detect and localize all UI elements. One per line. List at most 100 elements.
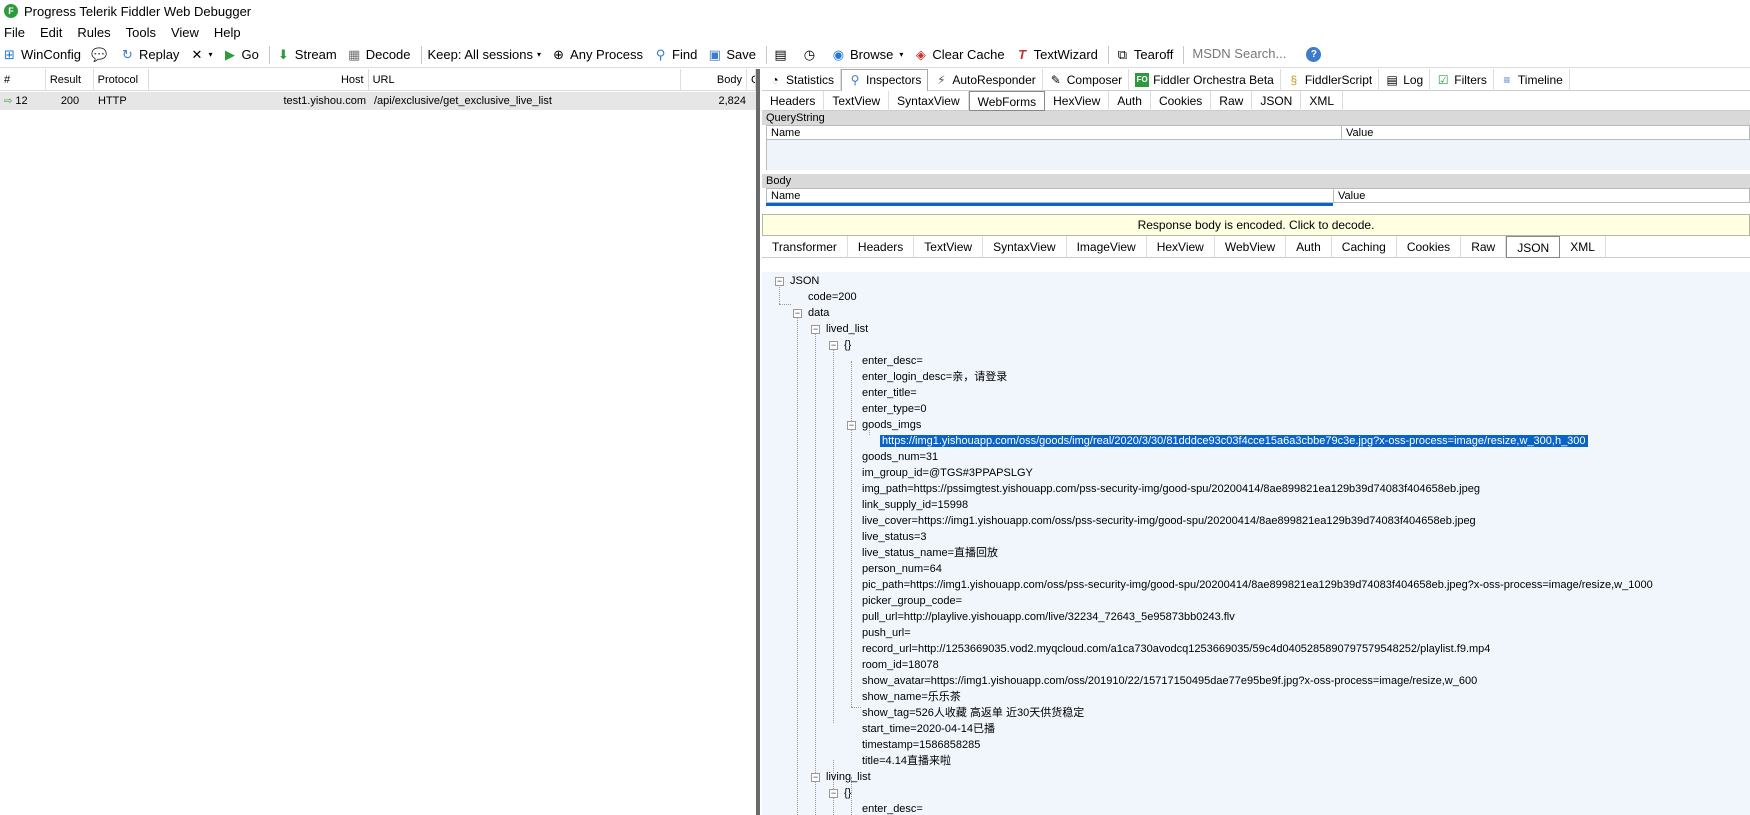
replay-button[interactable]: ↻ Replay [120, 47, 179, 62]
comment-button[interactable]: 💬 [91, 47, 110, 62]
tab-fiddlerscript[interactable]: § FiddlerScript [1281, 68, 1380, 91]
tree-node-field[interactable]: goods_num=31 [862, 449, 938, 465]
req-tab-syntaxview[interactable]: SyntaxView [889, 90, 969, 111]
tree-node-lived-list[interactable]: lived_list [826, 321, 868, 337]
tearoff-button[interactable]: ⧉ Tearoff [1115, 47, 1174, 62]
save-button[interactable]: ▣ Save [707, 47, 756, 62]
tree-node-field[interactable]: room_id=18078 [862, 657, 939, 673]
any-process-button[interactable]: ⊕ Any Process [551, 47, 643, 62]
resp-tab-xml[interactable]: XML [1560, 235, 1606, 258]
help-icon[interactable]: ? [1306, 47, 1322, 62]
resp-tab-hexview[interactable]: HexView [1147, 235, 1215, 258]
tree-node-field[interactable]: show_avatar=https://img1.yishouapp.com/o… [862, 673, 1477, 689]
resp-tab-imageview[interactable]: ImageView [1067, 235, 1147, 258]
tree-node-field[interactable]: picker_group_code= [862, 593, 962, 609]
tree-node-field[interactable]: enter_desc= [862, 801, 923, 815]
msdn-search-input[interactable]: MSDN Search... [1190, 46, 1300, 64]
tree-node-field[interactable]: show_tag=526人收藏 高返单 近30天供货稳定 [862, 705, 1084, 721]
tab-autoresponder[interactable]: ⚡ AutoResponder [928, 68, 1043, 91]
browse-button[interactable]: ◉ Browse ▾ [831, 47, 904, 62]
req-tab-headers[interactable]: Headers [762, 90, 825, 111]
menu-edit[interactable]: Edit [40, 25, 62, 40]
decode-button[interactable]: ▦ Decode [347, 47, 410, 62]
menu-file[interactable]: File [4, 25, 25, 40]
collapse-icon[interactable]: − [775, 277, 784, 286]
col-url[interactable]: URL [369, 68, 682, 91]
tab-timeline[interactable]: ≡ Timeline [1494, 68, 1570, 91]
qs-name-col[interactable]: Name [767, 126, 1342, 139]
winconfig-button[interactable]: ⊞ WinConfig [2, 47, 81, 62]
resp-tab-syntaxview[interactable]: SyntaxView [983, 235, 1067, 258]
req-tab-json[interactable]: JSON [1252, 90, 1302, 111]
tree-node-field[interactable]: pull_url=http://playlive.yishouapp.com/l… [862, 609, 1235, 625]
tree-node-field[interactable]: enter_type=0 [862, 401, 927, 417]
tree-node-field[interactable]: im_group_id=@TGS#3PPAPSLGY [862, 465, 1033, 481]
collapse-icon[interactable]: − [847, 421, 856, 430]
req-tab-auth[interactable]: Auth [1109, 90, 1151, 111]
resp-tab-headers[interactable]: Headers [848, 235, 915, 258]
req-tab-webforms[interactable]: WebForms [968, 90, 1046, 111]
tree-node-field[interactable]: person_num=64 [862, 561, 942, 577]
tab-inspectors[interactable]: ⚲ Inspectors [841, 68, 929, 91]
tree-node-field[interactable]: push_url= [862, 625, 911, 641]
collapse-icon[interactable]: − [811, 773, 820, 782]
collapse-icon[interactable]: − [829, 341, 838, 350]
resp-tab-textview[interactable]: TextView [914, 235, 984, 258]
tree-node-field[interactable]: link_supply_id=15998 [862, 497, 968, 513]
find-button[interactable]: ⚲ Find [653, 47, 698, 62]
tree-node-field[interactable]: record_url=http://1253669035.vod2.myqclo… [862, 641, 1490, 657]
resp-tab-caching[interactable]: Caching [1332, 235, 1397, 258]
pane-splitter[interactable] [756, 69, 760, 815]
body-selected-row[interactable] [766, 203, 1333, 206]
stream-button[interactable]: ⬇ Stream [276, 47, 337, 62]
tree-node-data[interactable]: data [808, 305, 829, 321]
resp-tab-auth[interactable]: Auth [1286, 235, 1332, 258]
tree-node-goods-imgs[interactable]: goods_imgs [862, 417, 921, 433]
tree-node-field[interactable]: live_status=3 [862, 529, 927, 545]
tab-filters[interactable]: ☑ Filters [1430, 68, 1494, 91]
tree-node-field[interactable]: show_name=乐乐茶 [862, 689, 961, 705]
resp-tab-json[interactable]: JSON [1506, 235, 1561, 258]
collapse-icon[interactable]: − [811, 325, 820, 334]
tree-node-field[interactable]: img_path=https://pssimgtest.yishouapp.co… [862, 481, 1480, 497]
tree-node-field[interactable]: enter_title= [862, 385, 917, 401]
remove-button[interactable]: ✕ ▾ [189, 47, 212, 62]
col-caching[interactable]: Ca [747, 68, 756, 91]
tree-node-field[interactable]: timestamp=1586858285 [862, 737, 980, 753]
col-result[interactable]: Result [46, 68, 94, 91]
tree-node-field[interactable]: enter_desc= [862, 353, 923, 369]
tree-node-code[interactable]: code=200 [808, 289, 857, 305]
resp-tab-raw[interactable]: Raw [1461, 235, 1507, 258]
tab-composer[interactable]: ✎ Composer [1043, 68, 1130, 91]
menu-view[interactable]: View [171, 25, 199, 40]
go-button[interactable]: ▶ Go [222, 47, 259, 62]
session-row[interactable]: ⇨ 12 200 HTTP test1.yishou.com /api/exclu… [0, 92, 756, 110]
req-tab-hexview[interactable]: HexView [1045, 90, 1110, 111]
querystring-grid[interactable] [766, 140, 1750, 170]
tree-node-field[interactable]: start_time=2020-04-14已播 [862, 721, 995, 737]
timer-button[interactable]: ◷ [802, 47, 821, 62]
tree-node-root[interactable]: JSON [790, 273, 819, 289]
decode-notice[interactable]: Response body is encoded. Click to decod… [762, 214, 1750, 236]
resp-tab-cookies[interactable]: Cookies [1397, 235, 1462, 258]
req-tab-xml[interactable]: XML [1301, 90, 1344, 111]
tab-fiddler-orchestra[interactable]: FO Fiddler Orchestra Beta [1129, 68, 1281, 91]
tree-node-field[interactable]: live_cover=https://img1.yishouapp.com/os… [862, 513, 1476, 529]
tree-node-object[interactable]: {} [844, 337, 851, 353]
tree-node-living-list[interactable]: living_list [826, 769, 871, 785]
collapse-icon[interactable]: − [793, 309, 802, 318]
menu-help[interactable]: Help [214, 25, 241, 40]
textwizard-button[interactable]: T TextWizard [1015, 47, 1098, 62]
req-tab-raw[interactable]: Raw [1211, 90, 1253, 111]
col-body[interactable]: Body [681, 68, 747, 91]
tree-node-field[interactable]: live_status_name=直播回放 [862, 545, 998, 561]
keep-sessions-dropdown[interactable]: Keep: All sessions ▾ [428, 47, 542, 62]
col-host[interactable]: Host [149, 68, 369, 91]
resp-tab-webview[interactable]: WebView [1215, 235, 1287, 258]
collapse-icon[interactable]: − [829, 789, 838, 798]
menu-tools[interactable]: Tools [126, 25, 156, 40]
qs-value-col[interactable]: Value [1342, 126, 1373, 139]
col-protocol[interactable]: Protocol [94, 68, 150, 91]
tree-node-field[interactable]: title=4.14直播来啦 [862, 753, 951, 769]
body-name-col[interactable]: Name [767, 189, 1334, 202]
